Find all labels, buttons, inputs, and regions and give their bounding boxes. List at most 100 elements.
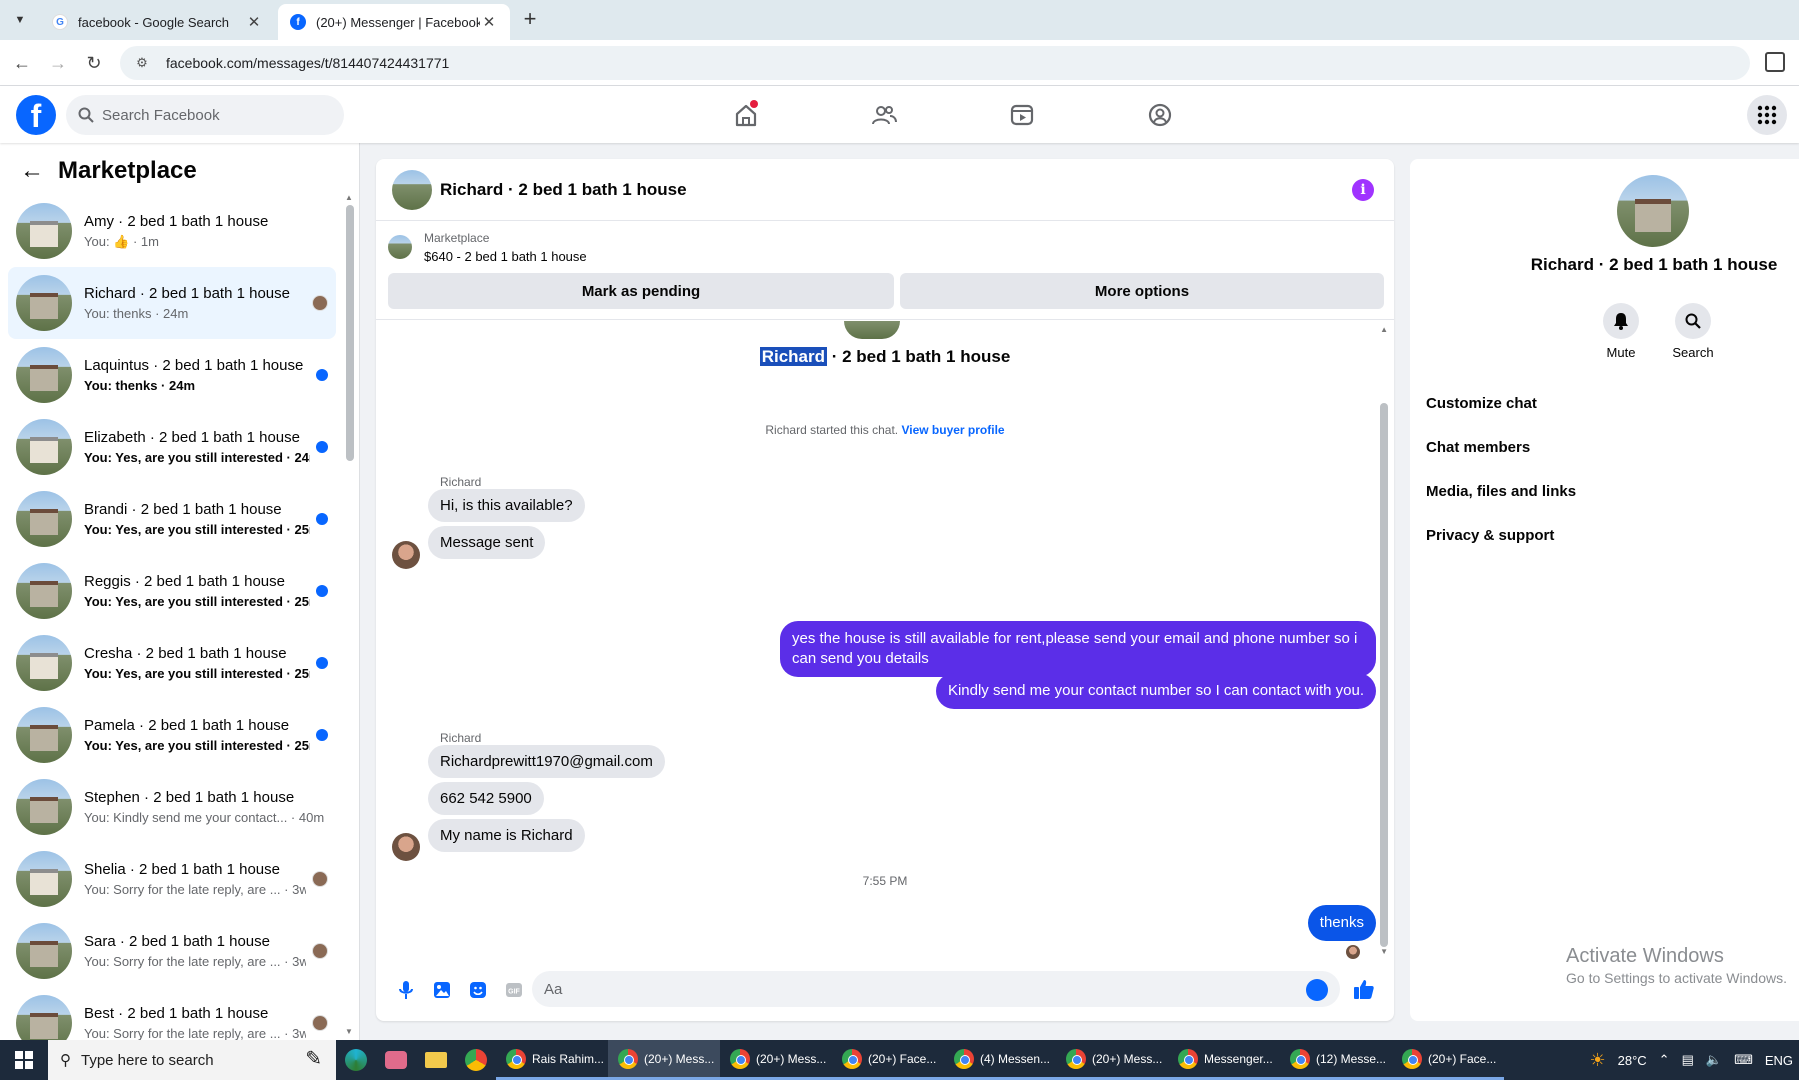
file-explorer-icon[interactable] [416, 1040, 456, 1080]
temperature[interactable]: 28°C [1618, 1053, 1647, 1068]
taskbar-app-button[interactable]: (20+) Face... [832, 1040, 944, 1080]
outgoing-message[interactable]: thenks [1307, 905, 1376, 941]
scroll-up-icon[interactable]: ▲ [345, 193, 353, 202]
image-attach-icon[interactable] [424, 972, 460, 1008]
scroll-up-icon[interactable]: ▲ [1380, 325, 1388, 334]
info-icon[interactable]: i [1352, 179, 1374, 201]
new-tab-icon[interactable]: + [518, 8, 542, 32]
outgoing-message[interactable]: Kindly send me your contact number so I … [935, 673, 1376, 709]
media-files-links-item[interactable]: Media, files and links [1426, 469, 1576, 513]
customize-chat-item[interactable]: Customize chat [1426, 381, 1576, 425]
thumbs-up-icon[interactable] [1346, 971, 1382, 1007]
conversation-item[interactable]: Best · 2 bed 1 bath 1 house You: Sorry fo… [8, 987, 336, 1040]
conversation-item[interactable]: Shelia · 2 bed 1 bath 1 house You: Sorry … [8, 843, 336, 915]
conversation-snippet: You: Sorry for the late reply, are ... ·… [84, 1026, 306, 1040]
privacy-support-item[interactable]: Privacy & support [1426, 513, 1576, 557]
forward-arrow-icon[interactable]: → [46, 51, 70, 75]
sidebar-scrollbar[interactable] [346, 205, 354, 461]
conversation-text: Richard · 2 bed 1 bath 1 house You: thenk… [84, 285, 306, 321]
mute-button[interactable]: Mute [1591, 303, 1651, 360]
menu-grid-icon[interactable] [1747, 95, 1787, 135]
site-settings-icon[interactable]: ⚙ [132, 53, 152, 73]
nav-video[interactable] [966, 86, 1078, 143]
taskbar-app-button[interactable]: (20+) Mess... [608, 1040, 720, 1080]
chrome-icon[interactable] [456, 1040, 496, 1080]
network-icon[interactable]: ▤ [1682, 1052, 1694, 1068]
outgoing-message[interactable]: yes the house is still available for ren… [780, 621, 1376, 677]
edge-icon[interactable] [336, 1040, 376, 1080]
taskbar-app-button[interactable]: Messenger... [1168, 1040, 1280, 1080]
tab-search-dropdown-icon[interactable]: ▼ [6, 8, 34, 32]
volume-icon[interactable]: 🔈 [1706, 1052, 1722, 1068]
close-tab-icon[interactable]: ✕ [480, 13, 498, 31]
scroll-down-icon[interactable]: ▼ [1380, 947, 1388, 956]
conversation-text: Shelia · 2 bed 1 bath 1 house You: Sorry … [84, 861, 306, 897]
conversation-item[interactable]: Elizabeth · 2 bed 1 bath 1 house You: Yes… [8, 411, 336, 483]
keyboard-icon[interactable]: ⌨ [1734, 1052, 1753, 1068]
chrome-icon [618, 1048, 638, 1069]
browser-tab-google[interactable]: G facebook - Google Search ✕ [40, 4, 275, 40]
app-icon[interactable] [376, 1040, 416, 1080]
avatar [16, 563, 72, 619]
chat-scrollbar[interactable] [1380, 403, 1388, 947]
sender-avatar[interactable] [392, 833, 420, 861]
conversation-item[interactable]: Brandi · 2 bed 1 bath 1 house You: Yes, a… [8, 483, 336, 555]
conversation-item[interactable]: Laquintus · 2 bed 1 bath 1 house You: the… [8, 339, 336, 411]
back-arrow-icon[interactable]: ← [10, 51, 34, 75]
taskbar-app-button[interactable]: Rais Rahim... [496, 1040, 608, 1080]
listing-price-title[interactable]: $640 - 2 bed 1 bath 1 house [424, 249, 587, 264]
emoji-icon[interactable] [1306, 979, 1328, 1001]
nav-home[interactable] [690, 86, 802, 143]
scroll-down-icon[interactable]: ▼ [345, 1027, 353, 1036]
conversation-name: Richard · 2 bed 1 bath 1 house [84, 285, 290, 302]
mark-as-pending-button[interactable]: Mark as pending [388, 273, 894, 309]
nav-groups[interactable] [1104, 86, 1216, 143]
install-app-icon[interactable] [1765, 52, 1785, 72]
taskbar-app-button[interactable]: (12) Messe... [1280, 1040, 1392, 1080]
more-options-button[interactable]: More options [900, 273, 1384, 309]
incoming-message[interactable]: Message sent [428, 526, 546, 559]
view-buyer-profile-link[interactable]: View buyer profile [901, 423, 1004, 437]
windows-start-icon[interactable] [0, 1040, 48, 1080]
facebook-logo-icon[interactable]: f [16, 95, 56, 135]
sticker-icon[interactable] [460, 972, 496, 1008]
chat-header[interactable]: Richard · 2 bed 1 bath 1 house [376, 159, 1394, 221]
incoming-message[interactable]: 662 542 5900 [428, 782, 544, 815]
chat-members-item[interactable]: Chat members [1426, 425, 1576, 469]
taskbar-app-button[interactable]: (20+) Face... [1392, 1040, 1504, 1080]
conversation-item[interactable]: Reggis · 2 bed 1 bath 1 house You: Yes, a… [8, 555, 336, 627]
message-input[interactable]: Aa [532, 971, 1340, 1007]
incoming-message[interactable]: My name is Richard [428, 819, 585, 852]
conversation-item[interactable]: Stephen · 2 bed 1 bath 1 house You: Kindl… [8, 771, 336, 843]
nav-friends[interactable] [828, 86, 940, 143]
taskbar-app-button[interactable]: (4) Messen... [944, 1040, 1056, 1080]
conversation-item[interactable]: Amy · 2 bed 1 bath 1 house You: 👍 · 1m [8, 195, 336, 267]
url-text: facebook.com/messages/t/814407424431771 [166, 55, 450, 71]
conversation-item[interactable]: Cresha · 2 bed 1 bath 1 house You: Yes, a… [8, 627, 336, 699]
language-indicator[interactable]: ENG [1765, 1053, 1793, 1068]
incoming-message[interactable]: Richardprewitt1970@gmail.com [428, 745, 665, 778]
listing-thumbnail[interactable] [388, 235, 412, 259]
read-receipt-avatar [1346, 945, 1360, 959]
microphone-icon[interactable] [388, 972, 424, 1008]
conversation-item[interactable]: Sara · 2 bed 1 bath 1 house You: Sorry fo… [8, 915, 336, 987]
gif-icon[interactable]: GIF [496, 972, 532, 1008]
facebook-search-input[interactable]: Search Facebook [66, 95, 344, 135]
tray-chevron-icon[interactable]: ⌃ [1659, 1052, 1670, 1068]
conversation-item[interactable]: Pamela · 2 bed 1 bath 1 house You: Yes, a… [8, 699, 336, 771]
taskbar-search-placeholder: Type here to search [81, 1051, 214, 1069]
taskbar-app-button[interactable]: (20+) Mess... [720, 1040, 832, 1080]
browser-tab-messenger[interactable]: f (20+) Messenger | Facebook ✕ [278, 4, 510, 40]
weather-icon[interactable]: ☀ [1589, 1050, 1605, 1071]
taskbar-search-input[interactable]: ⚲ Type here to search ✎ [48, 1040, 336, 1080]
conversation-item[interactable]: Richard · 2 bed 1 bath 1 house You: thenk… [8, 267, 336, 339]
close-tab-icon[interactable]: ✕ [245, 13, 263, 31]
sender-avatar[interactable] [392, 541, 420, 569]
taskbar-app-button[interactable]: (20+) Mess... [1056, 1040, 1168, 1080]
incoming-message[interactable]: Hi, is this available? [428, 489, 585, 522]
avatar[interactable] [1617, 175, 1689, 247]
url-field[interactable]: ⚙ facebook.com/messages/t/81440742443177… [120, 46, 1750, 80]
search-in-chat-button[interactable]: Search [1663, 303, 1723, 360]
reload-icon[interactable]: ↻ [82, 51, 106, 75]
back-arrow-icon[interactable]: ← [18, 157, 46, 185]
